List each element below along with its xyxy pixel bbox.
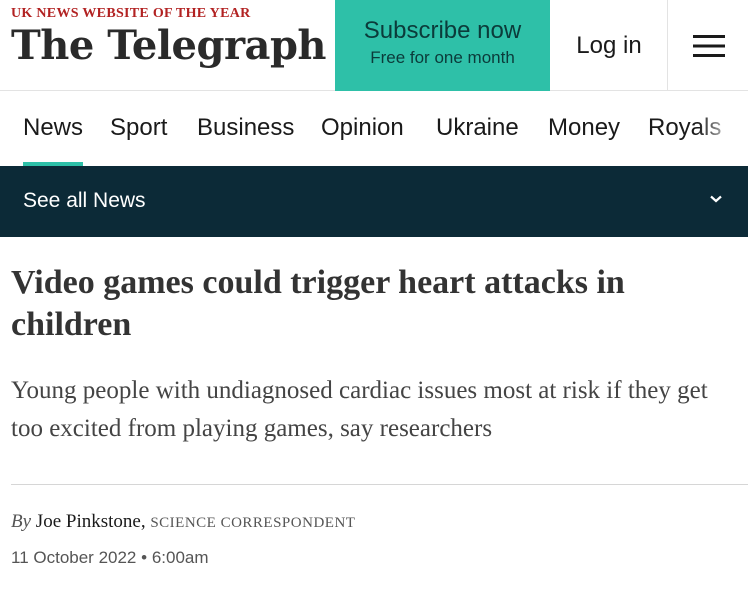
hamburger-menu-icon (692, 34, 725, 57)
subscribe-button[interactable]: Subscribe now Free for one month (335, 0, 550, 91)
site-header: UK NEWS WEBSITE OF THE YEAR The Telegrap… (0, 0, 748, 91)
article-standfirst: Young people with undiagnosed cardiac is… (11, 377, 708, 442)
nav-item-business[interactable]: Business (197, 92, 294, 166)
telegraph-logo[interactable]: The Telegraph (11, 23, 327, 69)
nav-item-royals[interactable]: Royals (648, 92, 721, 166)
menu-button[interactable] (669, 0, 748, 91)
nav-item-opinion[interactable]: Opinion (321, 92, 404, 166)
login-button[interactable]: Log in (551, 0, 668, 91)
divider (11, 484, 748, 485)
nav-item-money[interactable]: Money (548, 92, 620, 166)
nav-item-sport[interactable]: Sport (110, 92, 167, 166)
date-text: 11 October 2022 (11, 548, 137, 567)
brand[interactable]: UK NEWS WEBSITE OF THE YEAR The Telegrap… (11, 6, 327, 69)
subscribe-label: Subscribe now (363, 17, 522, 44)
byline: By Joe Pinkstone, SCIENCE CORRESPONDENT (11, 509, 355, 536)
award-tagline: UK NEWS WEBSITE OF THE YEAR (11, 6, 251, 21)
see-all-news-bar[interactable]: See all News (0, 166, 748, 237)
see-all-label: See all News (23, 189, 146, 212)
nav-item-news[interactable]: News (23, 92, 84, 166)
author-role: SCIENCE CORRESPONDENT (150, 515, 356, 531)
subscribe-offer: Free for one month (370, 48, 515, 67)
section-nav: News Sport Business Opinion Ukraine Mone… (0, 92, 748, 166)
time-text: 6:00am (151, 548, 209, 567)
byline-prefix: By (11, 511, 32, 532)
date-separator: • (141, 548, 148, 567)
article-headline: Video games could trigger heart attacks … (11, 264, 625, 343)
publish-date: 11 October 2022 • 6:00am (11, 546, 209, 570)
nav-item-ukraine[interactable]: Ukraine (436, 92, 519, 166)
author-link[interactable]: Joe Pinkstone, (36, 511, 146, 532)
chevron-down-icon (710, 195, 722, 203)
